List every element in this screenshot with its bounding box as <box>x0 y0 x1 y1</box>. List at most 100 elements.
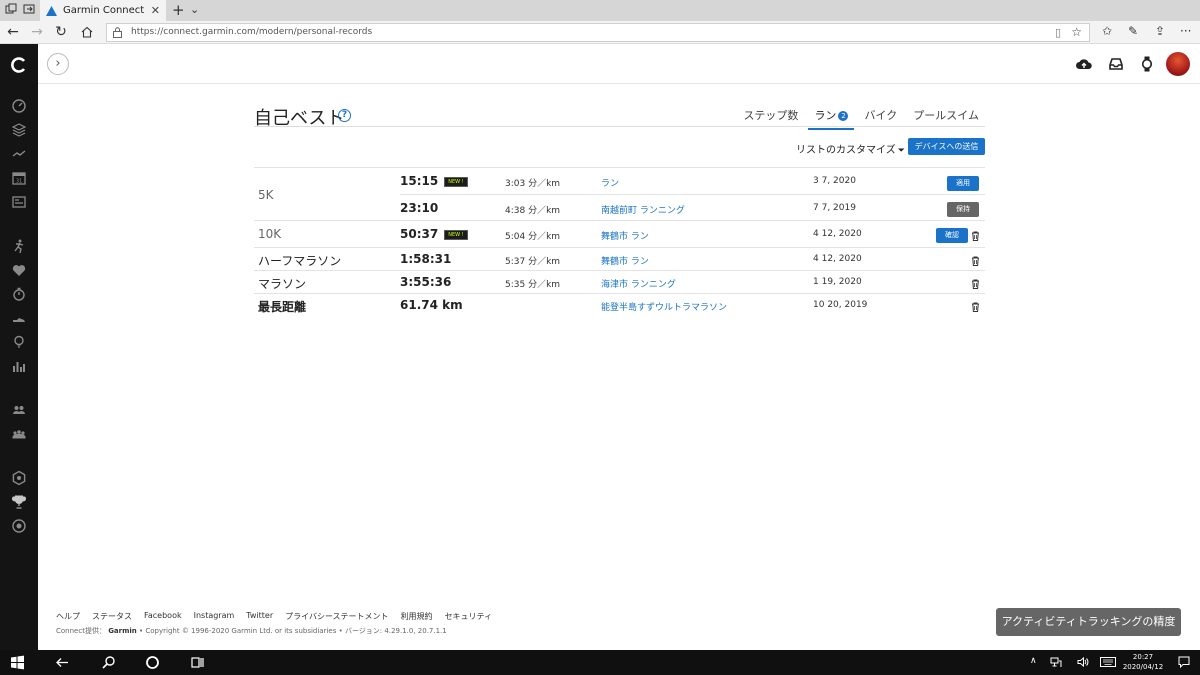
footer-link-terms[interactable]: 利用規約 <box>401 611 433 622</box>
copyright-text: Connect提供： Garmin • Copyright © 1996-202… <box>56 626 447 636</box>
trash-icon[interactable] <box>971 256 980 266</box>
groups-icon[interactable] <box>11 426 27 442</box>
close-tab-icon[interactable]: ✕ <box>151 4 160 17</box>
layers-icon[interactable] <box>11 122 27 138</box>
upload-cloud-icon[interactable] <box>1075 55 1093 73</box>
back-icon[interactable]: ← <box>4 23 22 41</box>
windows-start-icon[interactable] <box>10 655 25 670</box>
keyboard-icon[interactable] <box>1100 657 1116 667</box>
refresh-icon[interactable]: ↻ <box>52 23 70 41</box>
more-menu-icon[interactable]: ··· <box>1180 24 1191 38</box>
record-pace: 5:04 分／km <box>505 232 561 242</box>
device-watch-icon[interactable] <box>1138 55 1156 73</box>
gear-shoe-icon[interactable] <box>11 310 27 326</box>
lock-icon <box>113 27 122 38</box>
notes-pen-icon[interactable]: ✎ <box>1128 24 1138 38</box>
record-activity-link[interactable]: 舞鶴市 ラン <box>601 254 649 267</box>
send-to-device-button[interactable]: デバイスへの送信 <box>908 138 985 155</box>
windows-taskbar: ∧ 20:27 2020/04/12 <box>0 650 1200 675</box>
calendar-icon[interactable]: 31 <box>11 170 27 186</box>
training-stopwatch-icon[interactable] <box>11 286 27 302</box>
activities-runner-icon[interactable] <box>11 238 27 254</box>
record-activity-link[interactable]: 南越前町 ランニング <box>601 203 685 216</box>
cortana-circle-icon[interactable] <box>145 655 160 670</box>
network-icon[interactable] <box>1050 656 1062 668</box>
goals-target-icon[interactable] <box>11 518 27 534</box>
confirm-button[interactable]: 確認 <box>936 228 968 243</box>
footer-link-privacy[interactable]: プライバシーステートメント <box>285 611 388 622</box>
copyright-brand: Garmin <box>108 627 137 635</box>
record-date: 10 20, 2019 <box>813 300 868 310</box>
footer-link-status[interactable]: ステータス <box>92 611 132 622</box>
footer-link-help[interactable]: ヘルプ <box>56 611 80 622</box>
expand-sidebar-chevron-icon[interactable]: › <box>47 53 69 75</box>
footer-link-twitter[interactable]: Twitter <box>246 611 273 622</box>
app-header: › <box>38 44 1200 84</box>
chevron-down-icon: ⏷ <box>897 146 905 156</box>
record-category: マラソン <box>258 277 307 291</box>
keep-button[interactable]: 保持 <box>947 202 979 217</box>
taskbar-clock[interactable]: 20:27 2020/04/12 <box>1122 652 1164 672</box>
footer-link-facebook[interactable]: Facebook <box>144 611 182 622</box>
taskbar-back-icon[interactable] <box>55 655 70 670</box>
browser-tab-bar: Garmin Connect ✕ + ⌄ <box>0 0 1200 21</box>
trash-icon[interactable] <box>971 279 980 289</box>
apply-button[interactable]: 適用 <box>947 176 979 191</box>
reading-view-icon[interactable]: ▯ <box>1055 26 1061 39</box>
volume-icon[interactable] <box>1077 656 1089 668</box>
news-feed-icon[interactable] <box>11 194 27 210</box>
customize-list-dropdown[interactable]: リストのカスタマイズ ⏷ <box>796 141 905 156</box>
footer-link-instagram[interactable]: Instagram <box>194 611 235 622</box>
garmin-triangle-icon <box>46 5 57 16</box>
favorites-list-icon[interactable]: ✩ <box>1102 24 1112 38</box>
home-icon[interactable] <box>78 23 96 41</box>
help-question-icon[interactable]: ? <box>338 109 351 122</box>
trash-icon[interactable] <box>971 302 980 312</box>
record-date: 3 7, 2020 <box>813 176 856 186</box>
footer-links: ヘルプ ステータス Facebook Instagram Twitter プライ… <box>56 611 504 622</box>
system-tray-chevron-icon[interactable]: ∧ <box>1030 656 1037 666</box>
tab-preview-chevron-icon[interactable]: ⌄ <box>190 3 199 16</box>
record-distance: 61.74 km <box>400 298 463 312</box>
tab-actions-icon[interactable] <box>4 3 18 17</box>
dashboard-icon[interactable] <box>11 98 27 114</box>
notifications-icon[interactable] <box>1178 656 1190 668</box>
trends-icon[interactable] <box>11 146 27 162</box>
personal-records-trophy-icon[interactable] <box>11 494 27 510</box>
record-row-longest-distance: 最長距離 61.74 km 能登半島すずウルトラマラソン 10 20, 2019 <box>254 294 985 317</box>
record-activity-link[interactable]: ラン <box>601 176 619 189</box>
insights-bulb-icon[interactable] <box>11 334 27 350</box>
user-avatar[interactable] <box>1166 52 1190 76</box>
footer-link-security[interactable]: セキュリティ <box>445 611 493 622</box>
record-time: 50:37 NEW ! <box>400 227 468 241</box>
connections-icon[interactable] <box>11 402 27 418</box>
garmin-connect-logo-icon[interactable] <box>10 56 28 74</box>
browser-tab-garmin[interactable]: Garmin Connect ✕ <box>40 0 166 21</box>
address-bar-row: ← → ↻ https://connect.garmin.com/modern/… <box>0 21 1200 44</box>
url-field[interactable]: https://connect.garmin.com/modern/person… <box>106 23 1090 42</box>
record-category: 5K <box>258 188 274 202</box>
new-tab-icon[interactable]: + <box>172 1 185 19</box>
record-activity-link[interactable]: 能登半島すずウルトラマラソン <box>601 300 727 313</box>
clock-time: 20:27 <box>1132 653 1154 661</box>
health-heart-icon[interactable] <box>11 262 27 278</box>
forward-icon[interactable]: → <box>28 23 46 41</box>
share-icon[interactable]: ⇪ <box>1155 24 1165 38</box>
copyright-prefix: Connect提供： <box>56 627 106 635</box>
reports-bar-icon[interactable] <box>11 358 27 374</box>
record-time-value: 50:37 <box>400 227 439 241</box>
new-record-badge: NEW ! <box>444 230 468 240</box>
inbox-tray-icon[interactable] <box>1107 55 1125 73</box>
record-activity-link[interactable]: 舞鶴市 ラン <box>601 229 649 242</box>
activity-tracking-accuracy-button[interactable]: アクティビティトラッキングの精度 <box>996 608 1181 636</box>
record-activity-link[interactable]: 海津市 ランニング <box>601 277 676 290</box>
badges-hexagon-icon[interactable] <box>11 470 27 486</box>
customize-list-label: リストのカスタマイズ <box>796 145 896 156</box>
favorite-star-icon[interactable]: ☆ <box>1071 25 1082 39</box>
trash-icon[interactable] <box>971 231 980 241</box>
task-view-icon[interactable] <box>190 655 205 670</box>
tab-run-label: ラン <box>814 109 837 122</box>
set-aside-tabs-icon[interactable] <box>22 3 36 17</box>
taskbar-search-icon[interactable] <box>101 655 116 670</box>
clock-date: 2020/04/12 <box>1122 663 1164 671</box>
